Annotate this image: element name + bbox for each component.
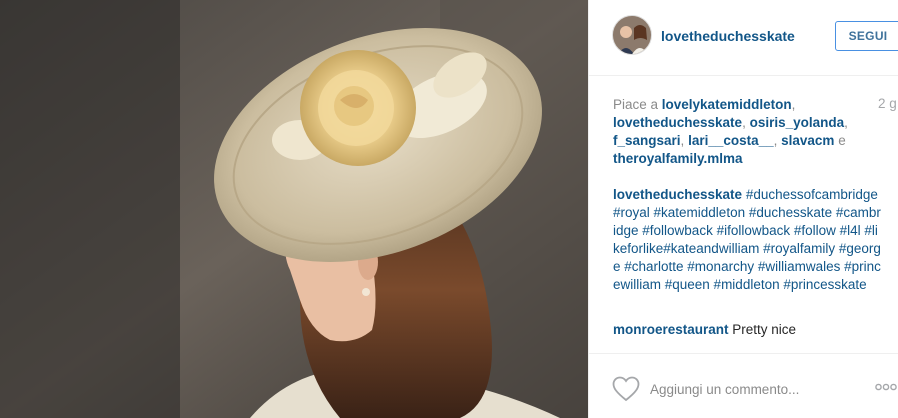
comment-text: Pretty nice bbox=[728, 322, 797, 337]
more-options-icon[interactable] bbox=[875, 380, 898, 394]
avatar[interactable] bbox=[612, 15, 652, 55]
follow-button[interactable]: SEGUI bbox=[835, 21, 898, 51]
likes-conjunction: e bbox=[834, 133, 846, 148]
caption-text: #duchessofcambridge #royal #katemiddleto… bbox=[613, 187, 881, 292]
post-author-username[interactable]: lovetheduchesskate bbox=[661, 28, 795, 44]
post-header: lovetheduchesskate SEGUI bbox=[589, 0, 898, 76]
liker-link[interactable]: f_sangsari bbox=[613, 133, 681, 148]
post-caption: lovetheduchesskate #duchessofcambridge #… bbox=[613, 186, 883, 294]
avatar-image bbox=[613, 16, 651, 54]
post-photo[interactable] bbox=[0, 0, 588, 418]
heart-icon[interactable] bbox=[612, 376, 640, 402]
post-timestamp[interactable]: 2 g bbox=[878, 96, 897, 111]
liker-link[interactable]: lovetheduchesskate bbox=[613, 115, 742, 130]
liker-link[interactable]: lari__costa__ bbox=[688, 133, 774, 148]
liker-link[interactable]: slavacm bbox=[781, 133, 834, 148]
caption-username[interactable]: lovetheduchesskate bbox=[613, 187, 742, 202]
comment-username[interactable]: monroerestaurant bbox=[613, 322, 729, 337]
likes-prefix: Piace a bbox=[613, 97, 662, 112]
add-comment-input[interactable] bbox=[650, 378, 865, 400]
post-details-panel: lovetheduchesskate SEGUI Piace a lovelyk… bbox=[588, 0, 898, 418]
liker-link[interactable]: theroyalfamily.mlma bbox=[613, 151, 743, 166]
post-footer bbox=[589, 353, 898, 418]
comment-item: monroerestaurant Pretty nice bbox=[613, 321, 883, 339]
liker-link[interactable]: osiris_yolanda bbox=[750, 115, 845, 130]
liker-link[interactable]: lovelykatemiddleton bbox=[662, 97, 792, 112]
post-photo-image bbox=[0, 0, 588, 418]
likes-summary: Piace a lovelykatemiddleton, lovetheduch… bbox=[613, 97, 848, 166]
